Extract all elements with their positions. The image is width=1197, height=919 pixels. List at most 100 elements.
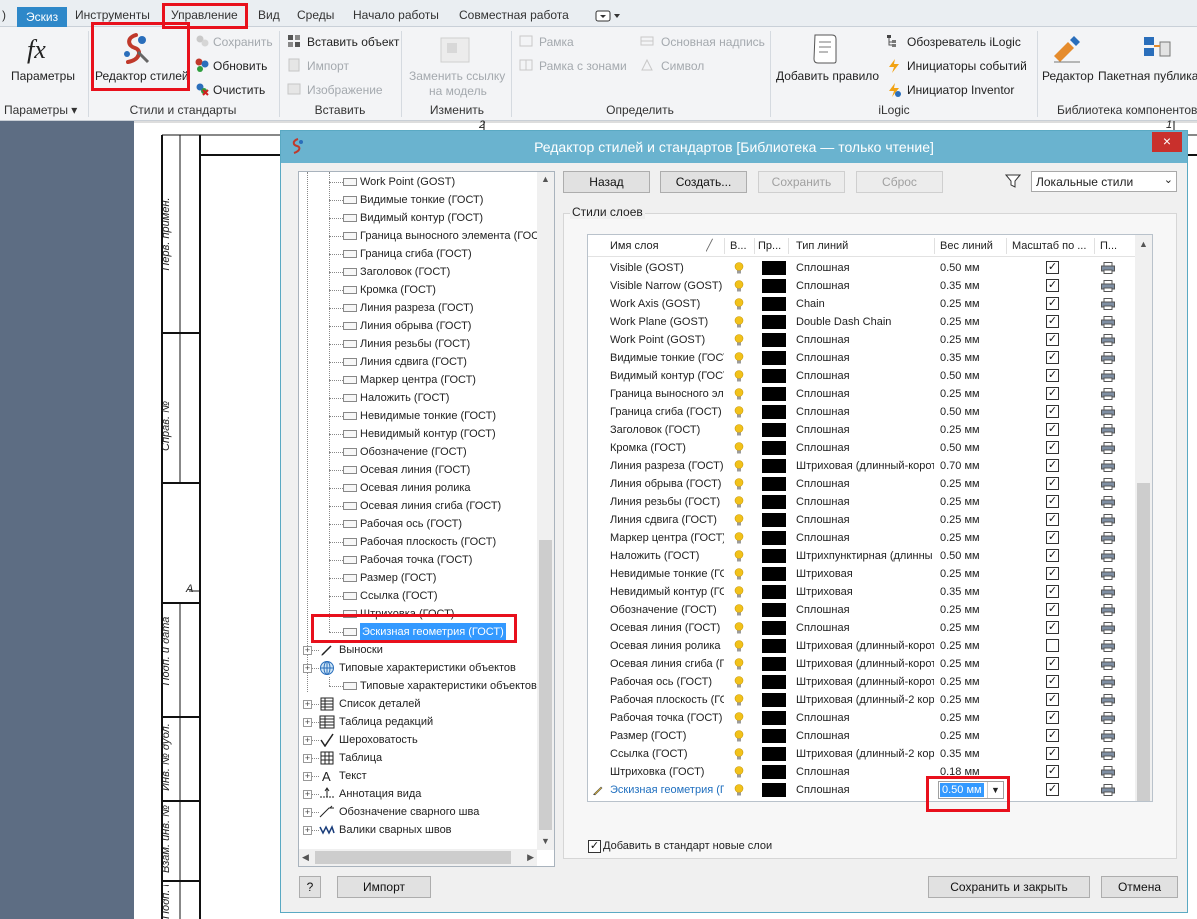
- layer-name-cell[interactable]: Маркер центра (ГОСТ): [610, 529, 724, 547]
- line-type-cell[interactable]: Штриховая (длинный-2 кор: [796, 745, 934, 763]
- scale-checkbox[interactable]: ✓: [1046, 423, 1059, 436]
- table-row[interactable]: Видимые тонкие (ГОСТ) Сплошная 0.35 мм ✓: [588, 349, 1136, 367]
- plot-printer-icon[interactable]: [1101, 694, 1115, 706]
- color-swatch[interactable]: [762, 603, 786, 617]
- table-row[interactable]: Рабочая плоскость (ГОСТ) Штриховая (длинн…: [588, 691, 1136, 709]
- layer-name-cell[interactable]: Ссылка (ГОСТ): [610, 745, 724, 763]
- scale-checkbox[interactable]: ✓: [1046, 495, 1059, 508]
- line-type-cell[interactable]: Сплошная: [796, 403, 934, 421]
- plot-printer-icon[interactable]: [1101, 496, 1115, 508]
- line-type-cell[interactable]: Сплошная: [796, 709, 934, 727]
- scale-checkbox[interactable]: ✓: [1046, 387, 1059, 400]
- style-tree[interactable]: Work Point (GOST) Видимые тонкие (ГОСТ) Ви…: [298, 171, 555, 867]
- line-weight-cell[interactable]: 0.50 мм: [940, 547, 1004, 565]
- scale-checkbox[interactable]: ✓: [1046, 405, 1059, 418]
- line-weight-cell[interactable]: 0.25 мм: [940, 511, 1004, 529]
- visibility-bulb-icon[interactable]: [734, 514, 744, 526]
- inventor-trigger-button[interactable]: Инициатор Inventor: [907, 83, 1014, 97]
- visibility-bulb-icon[interactable]: [734, 388, 744, 400]
- line-type-cell[interactable]: Штриховая (длинный-корот: [796, 637, 934, 655]
- scale-checkbox[interactable]: ✓: [1046, 747, 1059, 760]
- tab-sketch[interactable]: Эскиз: [17, 7, 68, 27]
- expand-icon[interactable]: +: [303, 700, 312, 709]
- color-swatch[interactable]: [762, 729, 786, 743]
- tab-get-started[interactable]: Начало работы: [353, 5, 439, 25]
- line-type-cell[interactable]: Сплошная: [796, 475, 934, 493]
- header-scale[interactable]: Масштаб по ...: [1012, 235, 1100, 257]
- tree-category-item[interactable]: Таблица редакций: [339, 713, 433, 731]
- content-editor-icon[interactable]: [1050, 32, 1084, 66]
- tree-hscroll-thumb[interactable]: [315, 851, 511, 864]
- visibility-bulb-icon[interactable]: [734, 586, 744, 598]
- visibility-bulb-icon[interactable]: [734, 640, 744, 652]
- layer-name-cell[interactable]: Осевая линия сгиба (ГОСТ): [610, 655, 724, 673]
- add-rule-icon[interactable]: [810, 32, 840, 66]
- line-type-cell[interactable]: Сплошная: [796, 349, 934, 367]
- tree-hscroll[interactable]: ◀ ▶: [299, 849, 537, 866]
- panel-dropdown-icon[interactable]: [595, 9, 623, 23]
- visibility-bulb-icon[interactable]: [734, 568, 744, 580]
- line-type-cell[interactable]: Сплошная: [796, 367, 934, 385]
- line-weight-cell[interactable]: 0.25 мм: [940, 565, 1004, 583]
- scale-checkbox[interactable]: ✓: [1046, 513, 1059, 526]
- line-type-cell[interactable]: Штрихпунктирная (длинны: [796, 547, 934, 565]
- header-color[interactable]: Пр...: [758, 235, 788, 257]
- fx-icon[interactable]: fx: [24, 33, 64, 65]
- line-weight-cell[interactable]: 0.25 мм: [940, 385, 1004, 403]
- layer-name-cell[interactable]: Эскизная геометрия (ГОСТ): [610, 781, 724, 799]
- grid-scroll-thumb[interactable]: [1137, 483, 1150, 801]
- line-weight-cell[interactable]: 0.35 мм: [940, 583, 1004, 601]
- color-swatch[interactable]: [762, 387, 786, 401]
- table-row[interactable]: Граница сгиба (ГОСТ) Сплошная 0.50 мм ✓: [588, 403, 1136, 421]
- purge-button[interactable]: Очистить: [213, 83, 265, 97]
- plot-printer-icon[interactable]: [1101, 442, 1115, 454]
- color-swatch[interactable]: [762, 315, 786, 329]
- table-row[interactable]: Невидимый контур (ГОСТ) Штриховая 0.35 мм ✓: [588, 583, 1136, 601]
- line-weight-cell[interactable]: 0.25 мм: [940, 421, 1004, 439]
- line-weight-cell[interactable]: 0.25 мм: [940, 691, 1004, 709]
- color-swatch[interactable]: [762, 585, 786, 599]
- plot-printer-icon[interactable]: [1101, 676, 1115, 688]
- visibility-bulb-icon[interactable]: [734, 622, 744, 634]
- line-type-cell[interactable]: Chain: [796, 295, 934, 313]
- color-swatch[interactable]: [762, 765, 786, 779]
- scale-checkbox[interactable]: ✓: [1046, 477, 1059, 490]
- insert-object-button[interactable]: Вставить объект: [307, 35, 399, 49]
- tree-layer-item[interactable]: Заголовок (ГОСТ): [360, 263, 450, 281]
- scale-checkbox[interactable]: ✓: [1046, 765, 1059, 778]
- line-weight-cell[interactable]: 0.35 мм: [940, 745, 1004, 763]
- visibility-bulb-icon[interactable]: [734, 316, 744, 328]
- dialog-title-bar[interactable]: Редактор стилей и стандартов [Библиотека…: [281, 131, 1187, 163]
- layer-name-cell[interactable]: Невидимые тонкие (ГОСТ): [610, 565, 724, 583]
- filter-dropdown[interactable]: Локальные стили ⌄: [1031, 171, 1177, 192]
- layer-name-cell[interactable]: Work Axis (GOST): [610, 295, 724, 313]
- tree-category-item[interactable]: Валики сварных швов: [339, 821, 452, 839]
- color-swatch[interactable]: [762, 549, 786, 563]
- plot-printer-icon[interactable]: [1101, 334, 1115, 346]
- plot-printer-icon[interactable]: [1101, 352, 1115, 364]
- tree-layer-item[interactable]: Ссылка (ГОСТ): [360, 587, 438, 605]
- table-row[interactable]: Граница выносного эле... Сплошная 0.25 мм ✓: [588, 385, 1136, 403]
- color-swatch[interactable]: [762, 423, 786, 437]
- line-type-cell[interactable]: Штриховая (длинный-корот: [796, 655, 934, 673]
- update-button[interactable]: Обновить: [213, 59, 267, 73]
- plot-printer-icon[interactable]: [1101, 316, 1115, 328]
- visibility-bulb-icon[interactable]: [734, 496, 744, 508]
- table-row[interactable]: Штриховка (ГОСТ) Сплошная 0.18 мм ✓: [588, 763, 1136, 781]
- visibility-bulb-icon[interactable]: [734, 442, 744, 454]
- line-type-cell[interactable]: Сплошная: [796, 421, 934, 439]
- table-row[interactable]: Обозначение (ГОСТ) Сплошная 0.25 мм ✓: [588, 601, 1136, 619]
- plot-printer-icon[interactable]: [1101, 514, 1115, 526]
- tree-layer-item[interactable]: Линия резьбы (ГОСТ): [360, 335, 470, 353]
- scale-checkbox[interactable]: ✓: [1046, 459, 1059, 472]
- visibility-bulb-icon[interactable]: [734, 532, 744, 544]
- layer-name-cell[interactable]: Заголовок (ГОСТ): [610, 421, 724, 439]
- layer-grid[interactable]: Имя слоя В... Пр... Тип линий Вес линий Масшт…: [587, 234, 1153, 802]
- tab-collaborate[interactable]: Совместная работа: [459, 5, 569, 25]
- sort-icon[interactable]: ╱: [706, 235, 716, 257]
- table-row[interactable]: Visible (GOST) Сплошная 0.50 мм ✓: [588, 259, 1136, 277]
- plot-printer-icon[interactable]: [1101, 262, 1115, 274]
- tree-scroll-thumb[interactable]: [539, 540, 552, 830]
- header-line-weight[interactable]: Вес линий: [940, 235, 1010, 257]
- frame-zones-button[interactable]: Рамка с зонами: [539, 59, 627, 73]
